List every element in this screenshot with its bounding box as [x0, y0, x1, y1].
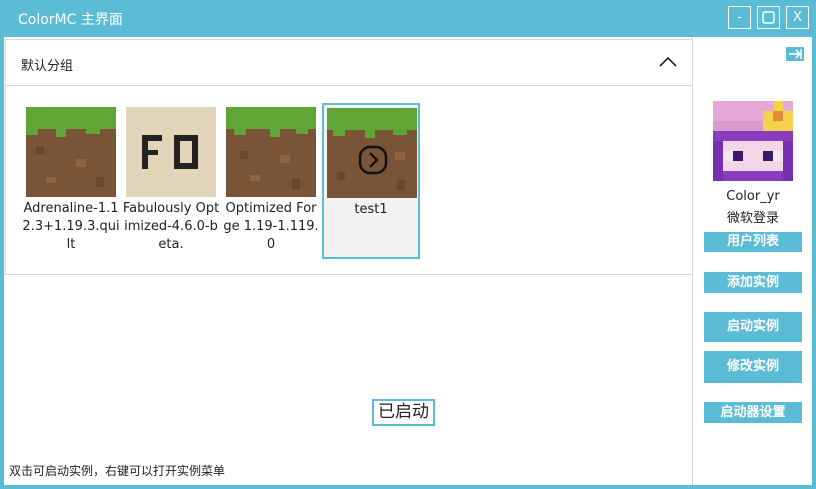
username: Color_yr — [726, 189, 780, 204]
avatar[interactable] — [713, 101, 793, 181]
grass-block-icon — [226, 107, 316, 197]
fo-logo-icon — [126, 107, 216, 197]
instance-panel: 默认分组 Adrenaline-1.12.3+1.19.3.quilt Fabu… — [4, 37, 693, 485]
title-bar[interactable]: ColorMC 主界面 - X — [0, 0, 816, 36]
instance-card[interactable]: Optimized Forge 1.19-1.119.0 — [222, 103, 320, 259]
instance-group: 默认分组 Adrenaline-1.12.3+1.19.3.quilt Fabu… — [5, 39, 693, 275]
maximize-button[interactable] — [757, 6, 780, 29]
user-list-button[interactable]: 用户列表 — [704, 232, 802, 252]
group-title: 默认分组 — [21, 59, 74, 74]
instance-card[interactable]: Fabulously Optimized-4.6.0-beta. — [122, 103, 220, 259]
instance-name: Adrenaline-1.12.3+1.19.3.quilt — [22, 201, 120, 252]
close-button[interactable]: X — [786, 6, 809, 29]
group-header[interactable]: 默认分组 — [6, 40, 692, 86]
sidebar-toggle-button[interactable] — [786, 47, 804, 61]
running-indicator-icon — [358, 145, 388, 175]
grass-block-icon — [26, 107, 116, 197]
launcher-settings-button[interactable]: 启动器设置 — [704, 402, 802, 423]
arrow-right-icon — [789, 49, 802, 59]
app-window: ColorMC 主界面 - X 默认分组 Adrenaline-1.12.3+1… — [0, 0, 816, 489]
login-type: 微软登录 — [726, 211, 779, 226]
instance-name: Fabulously Optimized-4.6.0-beta. — [122, 201, 220, 252]
content-area: 默认分组 Adrenaline-1.12.3+1.19.3.quilt Fabu… — [4, 37, 812, 485]
minimize-button[interactable]: - — [728, 6, 751, 29]
instance-card-selected[interactable]: test1 — [322, 103, 420, 259]
sidebar: Color_yr 微软登录 用户列表 添加实例 启动实例 修改实例 启动器设置 — [694, 37, 812, 485]
instance-name: test1 — [354, 202, 388, 217]
window-title: ColorMC 主界面 — [18, 12, 123, 28]
add-instance-button[interactable]: 添加实例 — [704, 272, 802, 293]
instance-card[interactable]: Adrenaline-1.12.3+1.19.3.quilt — [22, 103, 120, 259]
edit-instance-button[interactable]: 修改实例 — [704, 351, 802, 383]
instance-name: Optimized Forge 1.19-1.119.0 — [223, 201, 319, 252]
launch-instance-button[interactable]: 启动实例 — [704, 312, 802, 342]
chevron-up-icon[interactable] — [658, 54, 678, 70]
maximize-icon — [762, 11, 775, 24]
usage-hint: 双击可启动实例，右键可以打开实例菜单 — [9, 464, 226, 478]
launch-status-badge: 已启动 — [372, 399, 435, 426]
